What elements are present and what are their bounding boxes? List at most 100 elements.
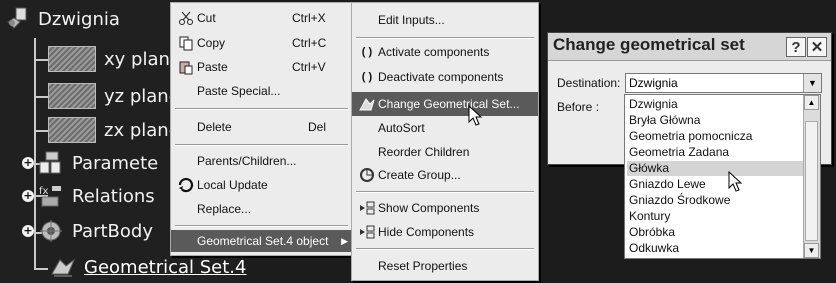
tree-item-label: zx plane (104, 119, 180, 141)
copy-icon (175, 35, 197, 51)
menu-item-label: Replace... (197, 202, 252, 216)
list-item[interactable]: Obróbka (627, 225, 803, 240)
menu-item-show-components[interactable]: Show Components (352, 197, 538, 219)
submenu-arrow-icon: ▶ (341, 235, 348, 246)
list-item-selected[interactable]: Główka (627, 161, 803, 176)
menu-item-label: Hide Components (378, 225, 475, 239)
shortcut-label: Ctrl+C (292, 36, 327, 50)
list-item[interactable]: Kontury (627, 209, 803, 224)
paste-icon (175, 59, 197, 75)
tree-item-partbody[interactable]: + PartBody (22, 218, 153, 244)
expand-icon[interactable]: + (22, 157, 34, 169)
list-scrollbar[interactable]: ▲ ▼ (803, 95, 820, 258)
menu-item-label: Delete (197, 120, 232, 134)
menu-item-label: Parents/Children... (197, 154, 297, 168)
menu-item-autosort[interactable]: AutoSort (352, 117, 538, 139)
list-item[interactable]: Geometria Zadana (627, 145, 803, 160)
list-item[interactable]: Gniazdo Lewe (627, 177, 803, 192)
menu-item-label: Activate components (378, 45, 490, 59)
mouse-cursor-icon (728, 170, 743, 192)
menu-item-create-group[interactable]: Create Group... (352, 164, 538, 186)
menu-item-activate[interactable]: ( ) Activate components (352, 41, 538, 63)
shortcut-label: Del (308, 120, 327, 134)
plane-icon (48, 83, 96, 109)
tree-connector (34, 96, 48, 98)
menu-item-deactivate[interactable]: ( ) Deactivate components (352, 66, 538, 88)
menu-separator (175, 108, 348, 110)
menu-item-replace[interactable]: Replace... (171, 198, 352, 220)
tree-item-xy-plane[interactable]: xy plane (48, 46, 181, 72)
shortcut-label: Ctrl+X (292, 11, 326, 25)
tree-item-relations[interactable]: + fx Relations (22, 183, 155, 209)
scroll-up-icon[interactable]: ▲ (804, 95, 819, 110)
destination-dropdown[interactable]: Dzwignia ▼ (625, 73, 822, 93)
show-components-icon (356, 199, 378, 217)
tree-item-label: yz plane (104, 85, 180, 107)
menu-item-copy[interactable]: Copy Ctrl+C (171, 32, 352, 54)
svg-text:fx: fx (39, 186, 49, 197)
menu-item-hide-components[interactable]: Hide Components (352, 221, 538, 243)
tree-root-label: Dzwignia (38, 8, 120, 30)
menu-item-reset-properties[interactable]: Reset Properties (352, 255, 538, 277)
geometrical-set-icon (48, 254, 78, 280)
partbody-icon (36, 218, 66, 244)
mouse-cursor-icon (468, 104, 483, 126)
tree-root[interactable]: Dzwignia (4, 6, 120, 32)
menu-item-change-geometrical-set[interactable]: Change Geometrical Set... (352, 92, 538, 116)
shortcut-label: Ctrl+V (292, 60, 326, 74)
menu-item-delete[interactable]: Delete Del (171, 116, 352, 138)
menu-item-local-update[interactable]: Local Update (171, 174, 352, 196)
scissors-icon (175, 10, 197, 26)
menu-item-reorder[interactable]: Reorder Children (352, 141, 538, 163)
destination-label: Destination: (557, 76, 621, 90)
plane-icon (48, 46, 96, 72)
chevron-down-icon[interactable]: ▼ (803, 74, 821, 92)
menu-item-label: Cut (197, 11, 216, 25)
group-icon (356, 166, 378, 184)
plane-icon (48, 117, 96, 143)
menu-item-label: Change Geometrical Set... (378, 97, 520, 111)
menu-item-label: Paste Special... (197, 84, 281, 98)
hide-components-icon (356, 223, 378, 241)
context-menu: Cut Ctrl+X Copy Ctrl+C Paste Ctrl+V Past… (170, 2, 353, 256)
expand-icon[interactable]: + (22, 225, 34, 237)
list-item[interactable]: Gniazdo Środkowe (627, 193, 803, 208)
tree-item-geometrical-set[interactable]: Geometrical Set.4 (48, 254, 246, 280)
update-icon (175, 176, 197, 194)
menu-separator (356, 37, 534, 39)
menu-item-object-submenu[interactable]: Geometrical Set.4 object ▶ (171, 230, 352, 252)
tree-connector (34, 59, 48, 61)
menu-item-label: Geometrical Set.4 object (197, 234, 329, 248)
expand-icon[interactable]: + (22, 190, 34, 202)
menu-item-parents-children[interactable]: Parents/Children... (171, 150, 352, 172)
scroll-down-icon[interactable]: ▼ (804, 243, 819, 258)
help-button[interactable]: ? (786, 37, 806, 57)
list-item[interactable]: Geometria pomocnicza (627, 129, 803, 144)
menu-item-paste-special[interactable]: Paste Special... (171, 80, 352, 102)
menu-separator (175, 144, 348, 146)
tree-item-label: Geometrical Set.4 (84, 256, 247, 278)
object-submenu: Edit Inputs... ( ) Activate components (… (351, 2, 539, 281)
menu-item-paste[interactable]: Paste Ctrl+V (171, 56, 352, 78)
menu-item-edit-inputs[interactable]: Edit Inputs... (352, 9, 538, 31)
menu-item-label: Local Update (197, 178, 268, 192)
activate-icon: ( ) (361, 46, 373, 58)
before-list[interactable]: Dzwignia Bryła Główna Geometria pomocnic… (624, 94, 821, 259)
tree-item-zx-plane[interactable]: zx plane (48, 117, 180, 143)
tree-connector (34, 130, 48, 132)
list-item[interactable]: Dzwignia (627, 97, 803, 112)
tree-item-label: Paramete (72, 152, 159, 174)
tree-item-label: PartBody (72, 220, 153, 242)
scrollbar-thumb[interactable] (805, 121, 818, 241)
before-label: Before : (557, 100, 600, 114)
menu-item-label: AutoSort (378, 121, 425, 135)
menu-item-cut[interactable]: Cut Ctrl+X (171, 7, 352, 29)
menu-item-label: Edit Inputs... (378, 13, 445, 27)
list-item[interactable]: Bryła Główna (627, 113, 803, 128)
part-icon (4, 6, 32, 32)
tree-item-yz-plane[interactable]: yz plane (48, 83, 180, 109)
list-item[interactable]: Odkuwka (627, 241, 803, 256)
menu-item-label: Paste (197, 60, 228, 74)
tree-item-parameters[interactable]: + Paramete (22, 150, 158, 176)
close-button[interactable]: ✕ (807, 37, 827, 57)
